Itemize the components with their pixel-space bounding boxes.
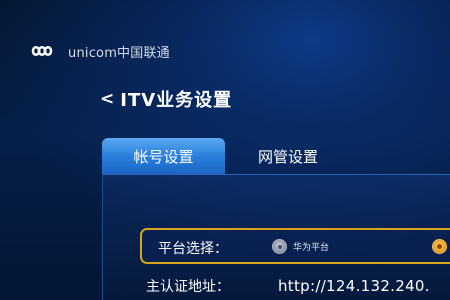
platform-select-row[interactable]: 平台选择： 华为平台 <box>140 228 450 264</box>
itv-settings-screen: unicom中国联通 < ITV业务设置 帐号设置 网管设置 平台选择： 华为平… <box>0 0 450 300</box>
other-platform-radio[interactable] <box>432 239 447 254</box>
page-header: < ITV业务设置 <box>100 86 232 112</box>
auth-address-label: 主认证地址： <box>146 279 230 295</box>
tab-account-settings[interactable]: 帐号设置 <box>102 138 225 174</box>
brand-logo-area: unicom中国联通 <box>30 40 170 62</box>
back-icon[interactable]: < <box>100 90 114 108</box>
tab-bar: 帐号设置 网管设置 <box>102 138 450 174</box>
huawei-platform-label: 华为平台 <box>293 243 330 253</box>
china-unicom-knot-icon <box>31 45 53 57</box>
auth-address-field[interactable]: http://124.132.240. <box>278 277 430 295</box>
huawei-platform-radio[interactable] <box>272 239 287 254</box>
page-title: ITV业务设置 <box>120 90 233 111</box>
brand-text: unicom中国联通 <box>68 45 170 61</box>
tab-network-management-settings[interactable]: 网管设置 <box>228 138 348 174</box>
platform-select-label: 平台选择： <box>158 241 228 257</box>
auth-address-row[interactable]: 主认证地址： http://124.132.240. <box>146 276 430 296</box>
